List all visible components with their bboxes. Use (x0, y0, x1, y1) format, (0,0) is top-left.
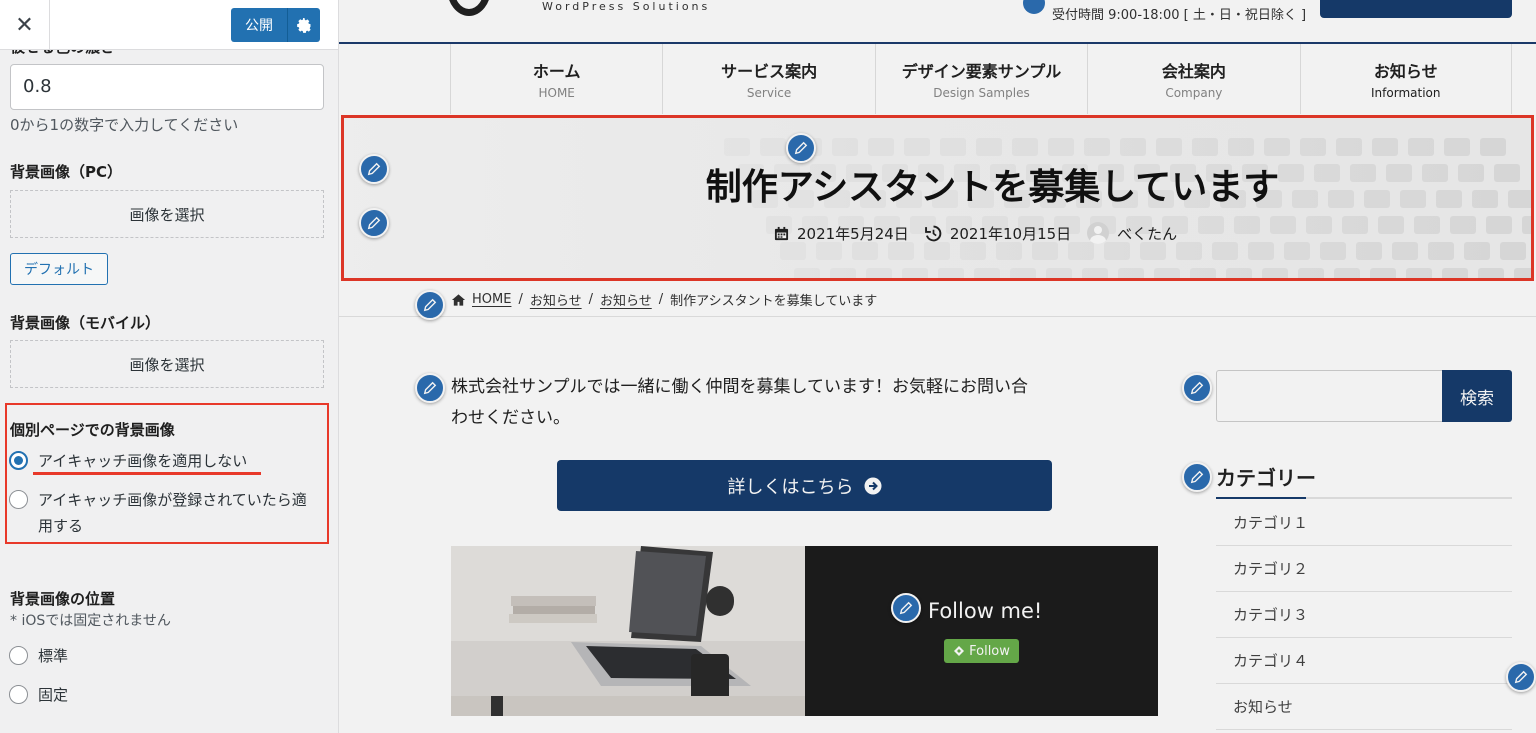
category-link[interactable]: カテゴリ３ (1216, 592, 1512, 638)
radio-no-eyecatch[interactable]: アイキャッチ画像を適用しない (9, 448, 247, 474)
radio-position-fixed-label: 固定 (38, 686, 69, 704)
radio-checked-icon[interactable] (9, 451, 28, 470)
radio-unchecked-icon[interactable] (9, 646, 28, 665)
overlay-opacity-help: 0から1の数字で入力してください (10, 116, 239, 134)
edit-shortcut-pencil-icon[interactable] (415, 290, 445, 320)
nav-item-company[interactable]: 会社案内 Company (1087, 44, 1299, 114)
nav-item-home[interactable]: ホーム HOME (450, 44, 662, 114)
page-header-hero: 制作アシスタントを募集しています 2021年5月24日 2021年10月15日 … (341, 115, 1534, 281)
feedly-icon (954, 646, 965, 656)
published-date: 2021年5月24日 (774, 223, 909, 244)
home-icon (451, 293, 466, 306)
post-title: 制作アシスタントを募集しています (705, 167, 1280, 208)
header-contact-button[interactable] (1320, 0, 1512, 18)
follow-me-panel: Follow me! Follow (805, 546, 1158, 716)
edit-shortcut-pencil-icon[interactable] (1506, 662, 1536, 692)
select-bg-image-pc-button[interactable]: 画像を選択 (10, 190, 324, 238)
radio-no-eyecatch-label: アイキャッチ画像を適用しない (38, 452, 248, 470)
global-nav: ホーム HOME サービス案内 Service デザイン要素サンプル Design S… (450, 44, 1512, 114)
desk-laptop-photo (451, 546, 805, 716)
search-input[interactable] (1216, 370, 1443, 422)
category-link[interactable]: カテゴリ４ (1216, 638, 1512, 684)
logo-tagline: WordPress Solutions (542, 0, 711, 13)
breadcrumb-home-link[interactable]: HOME (472, 292, 511, 307)
edit-shortcut-pencil-icon[interactable] (891, 593, 921, 623)
feedly-follow-button[interactable]: Follow (944, 639, 1019, 663)
follow-me-box: Follow me! Follow (451, 546, 1158, 716)
single-page-bg-label: 個別ページでの背景画像 (10, 421, 175, 439)
radio-unchecked-icon[interactable] (9, 490, 28, 509)
publish-button[interactable]: 公開 (231, 8, 320, 42)
select-bg-image-mobile-button[interactable]: 画像を選択 (10, 340, 324, 388)
publish-settings-gear-icon[interactable] (287, 8, 320, 42)
close-customizer-button[interactable]: ✕ (0, 0, 50, 50)
radio-position-fixed[interactable]: 固定 (9, 682, 68, 708)
radio-position-standard[interactable]: 標準 (9, 643, 68, 669)
business-hours: 受付時間 9:00-18:00 [ 土・日・祝日除く ] (1052, 8, 1307, 23)
breadcrumb-info-link[interactable]: お知らせ (600, 290, 652, 309)
calendar-icon (774, 226, 789, 240)
radio-position-standard-label: 標準 (38, 647, 69, 665)
history-icon (924, 225, 942, 241)
post-body-text: 株式会社サンプルでは一緒に働く仲間を募集しています！お気軽にお問い合わせください… (451, 377, 1028, 428)
nav-item-information[interactable]: お知らせ Information (1299, 44, 1512, 114)
edit-shortcut-pencil-icon[interactable] (415, 373, 445, 403)
edit-shortcut-pencil-icon[interactable] (1182, 462, 1212, 492)
site-logo-icon[interactable] (447, 0, 491, 16)
customizer-header: ✕ 公開 (0, 0, 338, 50)
nav-item-service[interactable]: サービス案内 Service (662, 44, 874, 114)
category-link[interactable]: お知らせ (1216, 684, 1512, 730)
radio-unchecked-icon[interactable] (9, 685, 28, 704)
phone-icon (1023, 0, 1045, 14)
bg-position-label: 背景画像の位置 (10, 590, 116, 608)
nav-item-design-samples[interactable]: デザイン要素サンプル Design Samples (874, 44, 1087, 114)
bg-image-pc-label: 背景画像（PC） (10, 163, 123, 181)
highlight-underline (33, 472, 261, 475)
radio-use-eyecatch[interactable]: アイキャッチ画像が登録されていたら適 用する (9, 487, 307, 539)
breadcrumb: HOME / お知らせ / お知らせ / 制作アシスタントを募集しています (451, 290, 877, 309)
updated-date: 2021年10月15日 (924, 223, 1071, 244)
bg-position-note: * iOSでは固定されません (10, 613, 171, 629)
category-widget-title: カテゴリー (1216, 466, 1316, 490)
avatar (1087, 222, 1110, 244)
breadcrumb-info-link[interactable]: お知らせ (530, 290, 582, 309)
arrow-circle-right-icon (864, 477, 881, 494)
bg-image-mobile-label: 背景画像（モバイル） (10, 314, 161, 332)
breadcrumb-divider (339, 316, 1536, 317)
category-link[interactable]: カテゴリ１ (1216, 500, 1512, 546)
more-details-button[interactable]: 詳しくはこちら (557, 460, 1052, 511)
radio-use-eyecatch-label: アイキャッチ画像が登録されていたら適 用する (38, 491, 307, 535)
site-preview: WordPress Solutions 受付時間 9:00-18:00 [ 土・… (339, 0, 1536, 733)
default-bg-button[interactable]: デフォルト (10, 253, 108, 285)
edit-shortcut-pencil-icon[interactable] (359, 208, 389, 238)
edit-shortcut-pencil-icon[interactable] (359, 154, 389, 184)
overlay-opacity-input[interactable]: 0.8 (10, 64, 324, 110)
follow-me-text: Follow me! (928, 599, 1043, 623)
category-link[interactable]: カテゴリ２ (1216, 546, 1512, 592)
publish-label: 公開 (245, 18, 273, 34)
search-button[interactable]: 検索 (1442, 370, 1512, 422)
close-icon: ✕ (15, 12, 34, 38)
breadcrumb-current: 制作アシスタントを募集しています (670, 294, 878, 309)
post-meta: 2021年5月24日 2021年10月15日 べくたん (774, 222, 1193, 244)
edit-shortcut-pencil-icon[interactable] (786, 133, 816, 163)
category-title-accent (1216, 497, 1306, 499)
edit-shortcut-pencil-icon[interactable] (1182, 373, 1212, 403)
post-author[interactable]: べくたん (1087, 222, 1177, 244)
customizer-sidebar: ✕ 公開 被せる色の濃さ 0.8 0から1の数字で入力してください 背景画像（P… (0, 0, 339, 733)
